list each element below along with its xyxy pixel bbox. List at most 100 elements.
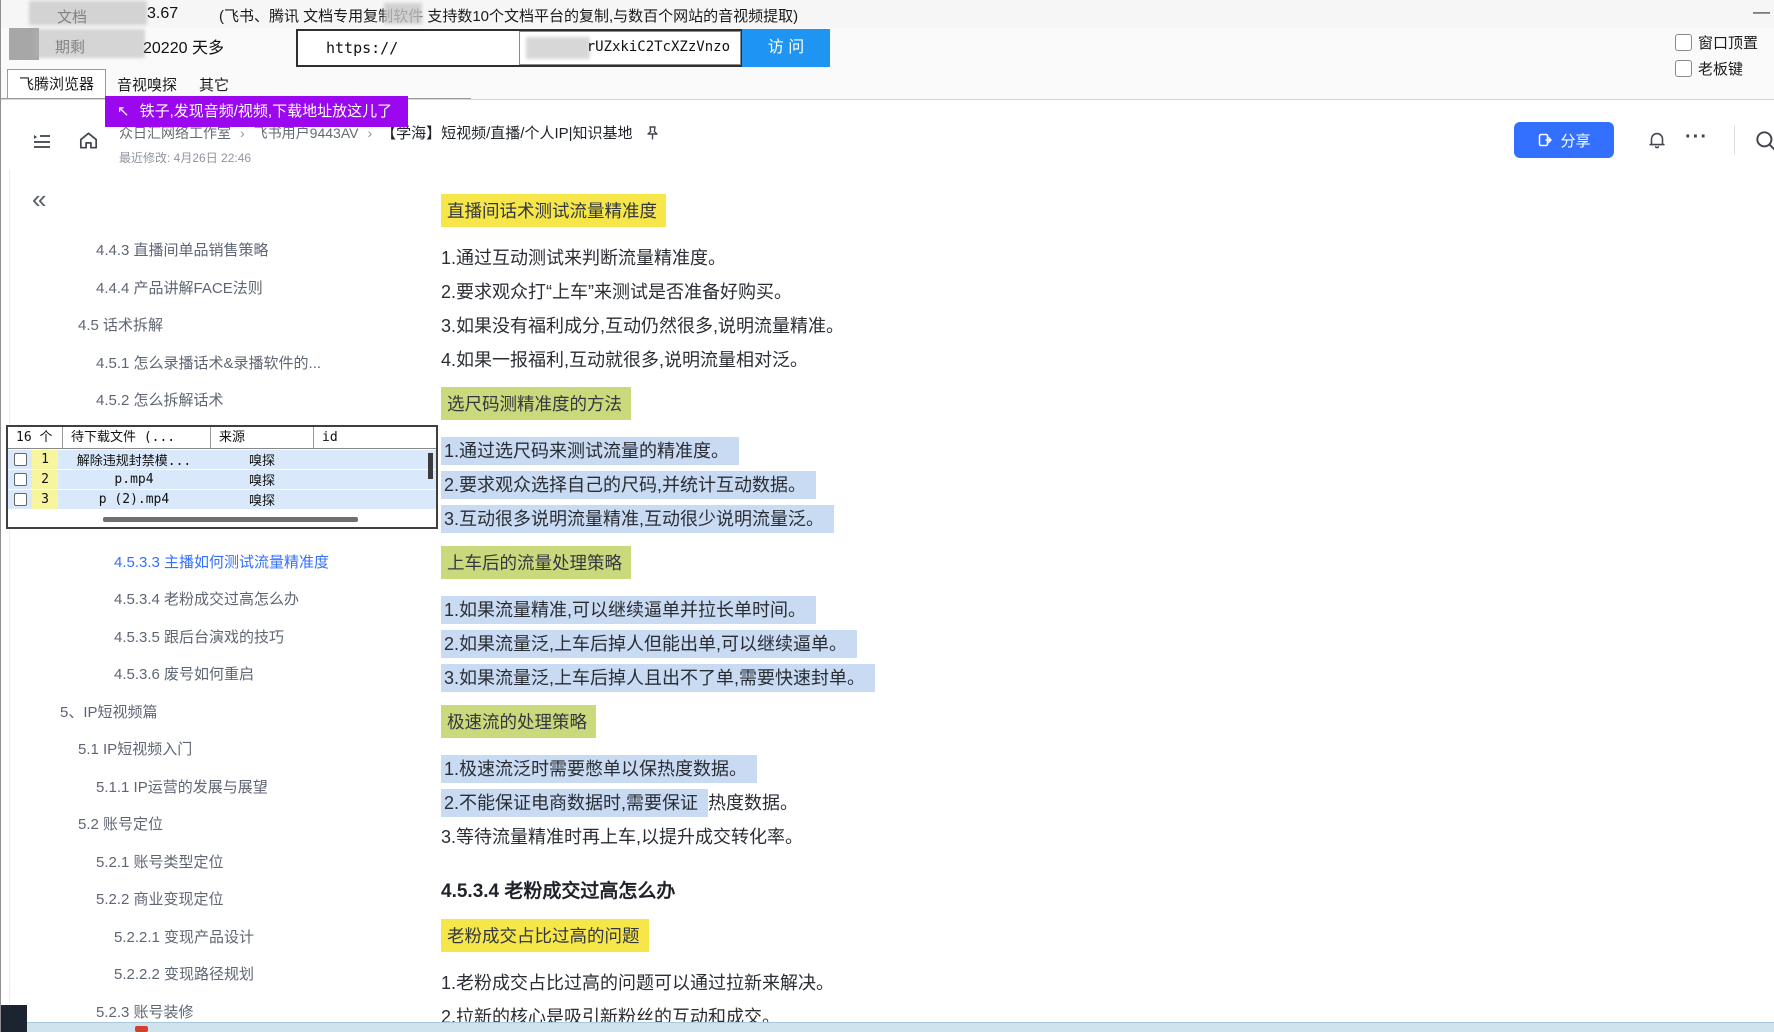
row-checkbox[interactable] (14, 453, 27, 466)
selected-text: 1.极速流泛时需要憋单以保热度数据。 (441, 755, 757, 783)
taskbar-corner (1, 1005, 27, 1032)
outline-item[interactable]: 5.2.1 账号类型定位 (10, 844, 442, 882)
blur-overlay (526, 37, 590, 59)
doc-paragraph: 2.要求观众选择自己的尺码,并统计互动数据。 (441, 468, 1541, 502)
download-row[interactable]: 3p (2).mp4嗅探 (8, 490, 436, 509)
doc-content: 直播间话术测试流量精准度1.通过互动测试来判断流量精准度。2.要求观众打“上车”… (441, 170, 1541, 1032)
boss-key-label: 老板键 (1698, 58, 1743, 79)
doc-body: « 4.4.3 直播间单品销售策略4.4.4 产品讲解FACE法则4.5 话术拆… (1, 170, 1774, 1032)
outline-item[interactable]: 4.5.2 怎么拆解话术 (10, 382, 442, 420)
token-input[interactable]: rUZxkiC2TcXZzVnzo (519, 31, 741, 65)
selected-text: 1.如果流量精准,可以继续逼单并拉长单时间。 (441, 596, 816, 624)
outline-item[interactable]: 4.5.3.5 跟后台演戏的技巧 (10, 619, 442, 657)
download-column-header: id (314, 427, 432, 448)
extension-tab[interactable]: 音视嗅探 (106, 71, 188, 99)
download-row[interactable]: 1解除违规封禁模...嗅探 (8, 450, 436, 469)
screen: 文档 3.67 (飞书、腾讯 文档专用复制软件 支持数10个文档平台的复制,与数… (0, 0, 1774, 1032)
outline-item[interactable]: 5.2.2 商业变现定位 (10, 881, 442, 919)
visit-button[interactable]: 访 问 (742, 29, 830, 67)
outline-item[interactable]: 5.2 账号定位 (10, 806, 442, 844)
selected-text: 2.要求观众选择自己的尺码,并统计互动数据。 (441, 471, 816, 499)
file-name: p (2).mp4 (58, 492, 210, 507)
outline-item[interactable]: 4.5.3.4 老粉成交过高怎么办 (10, 581, 442, 619)
download-list-header: 16 个待下载文件 (...来源id (8, 427, 436, 449)
boss-key-checkbox[interactable] (1675, 60, 1692, 77)
doc-paragraph: 1.老粉成交占比过高的问题可以通过拉新来解决。 (441, 966, 1541, 1000)
arrow-up-left-icon: ↖ (117, 103, 130, 120)
home-icon[interactable] (77, 129, 100, 152)
extension-tabs: 飞腾浏览器音视嗅探其它 (7, 71, 240, 99)
extension-tab[interactable]: 飞腾浏览器 (7, 69, 106, 100)
file-source: 嗅探 (210, 470, 314, 489)
doc-paragraph: 1.通过选尺码来测试流量的精准度。 (441, 434, 1541, 468)
doc-section-heading: 4.5.3.4 老粉成交过高怎么办 (441, 872, 684, 907)
vertical-scrollbar-thumb[interactable] (428, 453, 433, 479)
doc-title: 【学海】短视频/直播/个人IP|知识基地 (381, 122, 632, 143)
search-icon[interactable] (1753, 128, 1774, 154)
selected-text: 2.如果流量泛,上车后掉人但能出单,可以继续逼单。 (441, 630, 857, 658)
extension-description: (飞书、腾讯 文档专用复制软件 支持数10个文档平台的复制,与数百个网站的音视频… (219, 5, 798, 26)
collapse-sidebar-icon[interactable]: « (32, 184, 46, 215)
more-menu-icon[interactable]: ··· (1685, 126, 1708, 149)
row-checkbox[interactable] (14, 493, 27, 506)
extension-tab[interactable]: 其它 (188, 71, 240, 99)
doc-highlight-heading: 老粉成交占比过高的问题 (441, 919, 649, 952)
notifications-bell-icon[interactable] (1646, 129, 1668, 151)
pin-top-checkbox[interactable] (1675, 34, 1692, 51)
row-checkbox[interactable] (14, 473, 27, 486)
header-divider (1734, 125, 1735, 155)
token-value: rUZxkiC2TcXZzVnzo (587, 39, 730, 55)
doc-paragraph: 4.如果一报福利,互动就很多,说明流量相对泛。 (441, 343, 1541, 377)
boss-key-option: 老板键 (1675, 58, 1743, 79)
horizontal-scrollbar-thumb[interactable] (103, 517, 358, 522)
outline-toggle-icon[interactable] (31, 130, 53, 152)
share-label: 分享 (1560, 130, 1590, 151)
doc-highlight-heading: 上车后的流量处理策略 (441, 546, 631, 579)
outline-item[interactable]: 4.4.3 直播间单品销售策略 (10, 232, 442, 270)
doc-paragraph: 3.如果流量泛,上车后掉人且出不了单,需要快速封单。 (441, 661, 1541, 695)
selected-text: 3.如果流量泛,上车后掉人且出不了单,需要快速封单。 (441, 664, 875, 692)
row-number: 1 (32, 450, 58, 469)
taskbar-edge (1, 1022, 1774, 1032)
doc-paragraph: 1.如果流量精准,可以继续逼单并拉长单时间。 (441, 593, 1541, 627)
doc-paragraph: 3.等待流量精准时再上车,以提升成交转化率。 (441, 820, 1541, 854)
doc-paragraph: 2.如果流量泛,上车后掉人但能出单,可以继续逼单。 (441, 627, 1541, 661)
doc-paragraph: 2.不能保证电商数据时,需要保证热度数据。 (441, 786, 1541, 820)
extension-panel: 文档 3.67 (飞书、腾讯 文档专用复制软件 支持数10个文档平台的复制,与数… (1, 0, 1774, 100)
minimize-icon[interactable]: — (1753, 2, 1770, 22)
outline-item[interactable]: 5.2.2.1 变现产品设计 (10, 919, 442, 957)
outline-item[interactable]: 5.2.2.2 变现路径规划 (10, 956, 442, 994)
sniffer-tooltip[interactable]: ↖ 铁子,发现音频/视频,下载地址放这儿了 (105, 96, 408, 127)
download-list-panel: 16 个待下载文件 (...来源id 1解除违规封禁模...嗅探2p.mp4嗅探… (6, 425, 438, 529)
download-list-body: 1解除违规封禁模...嗅探2p.mp4嗅探3p (2).mp4嗅探 (8, 450, 436, 509)
outline-item[interactable]: 4.4.4 产品讲解FACE法则 (10, 270, 442, 308)
outline-item[interactable]: 4.5.3.3 主播如何测试流量精准度 (10, 544, 442, 582)
url-value: https:// (326, 39, 398, 57)
sniffer-tooltip-text: 铁子,发现音频/视频,下载地址放这儿了 (140, 103, 393, 120)
outline-item[interactable]: 4.5.3.6 废号如何重启 (10, 656, 442, 694)
share-button[interactable]: 分享 (1514, 122, 1614, 158)
doc-paragraph: 1.极速流泛时需要憋单以保热度数据。 (441, 752, 1541, 786)
last-modified: 最近修改: 4月26日 22:46 (119, 149, 251, 166)
doc-paragraph: 2.要求观众打“上车”来测试是否准备好购买。 (441, 275, 1541, 309)
pin-icon[interactable] (645, 125, 660, 141)
outline-item[interactable]: 4.5 话术拆解 (10, 307, 442, 345)
outline-sidebar: « 4.4.3 直播间单品销售策略4.4.4 产品讲解FACE法则4.5 话术拆… (9, 170, 441, 1032)
outline-item[interactable]: 5.1 IP短视频入门 (10, 731, 442, 769)
download-row[interactable]: 2p.mp4嗅探 (8, 470, 436, 489)
row-number: 3 (32, 490, 58, 509)
doc-highlight-heading: 直播间话术测试流量精准度 (441, 194, 666, 227)
selected-text: 3.互动很多说明流量精准,互动很少说明流量泛。 (441, 505, 834, 533)
outline-item[interactable]: 5、IP短视频篇 (10, 694, 442, 732)
blur-overlay (33, 29, 145, 58)
download-column-header: 来源 (211, 427, 314, 448)
taskbar-app-icon (135, 1026, 148, 1032)
download-count: 16 个 (8, 427, 63, 448)
outline-item[interactable]: 4.5.1 怎么录播话术&录播软件的... (10, 345, 442, 383)
outline-list: 4.4.3 直播间单品销售策略4.4.4 产品讲解FACE法则4.5 话术拆解4… (10, 232, 442, 1031)
expiry-value: 20220 天多 (143, 34, 224, 58)
outline-item[interactable]: 5.1.1 IP运营的发展与展望 (10, 769, 442, 807)
doc-paragraph: 3.互动很多说明流量精准,互动很少说明流量泛。 (441, 502, 1541, 536)
file-source: 嗅探 (210, 450, 314, 469)
doc-highlight-heading: 极速流的处理策略 (441, 705, 596, 738)
